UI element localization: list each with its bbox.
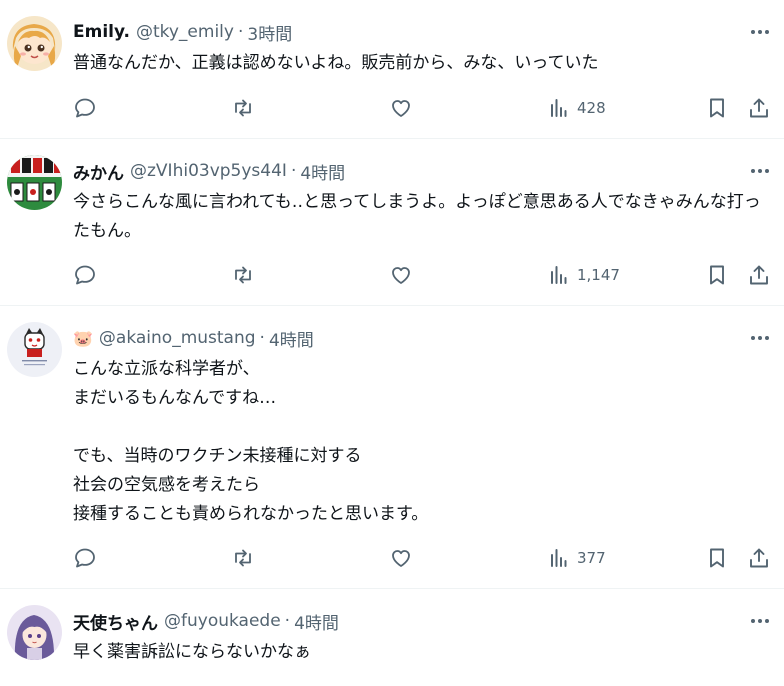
bookmark-icon[interactable] bbox=[705, 544, 729, 572]
more-icon[interactable] bbox=[747, 613, 773, 629]
display-name[interactable]: 天使ちゃん bbox=[73, 609, 158, 634]
separator: · bbox=[284, 611, 291, 631]
timestamp[interactable]: 4時間 bbox=[269, 326, 314, 351]
share-icon[interactable] bbox=[747, 261, 771, 289]
views-button[interactable]: 1,147 bbox=[547, 261, 620, 289]
display-name[interactable]: Emily. bbox=[73, 22, 130, 42]
display-name[interactable]: 🐷 bbox=[73, 329, 93, 348]
views-button[interactable]: 428 bbox=[547, 94, 606, 122]
like-icon[interactable] bbox=[389, 261, 413, 289]
separator: · bbox=[259, 328, 265, 348]
share-icon[interactable] bbox=[747, 94, 771, 122]
separator: · bbox=[237, 22, 244, 42]
tweet-text: 普通なんだか、正義は認めないよね。販売前から、みな、いっていた bbox=[73, 53, 599, 73]
retweet-icon[interactable] bbox=[231, 94, 255, 122]
timestamp[interactable]: 3時間 bbox=[247, 20, 292, 45]
reply-icon[interactable] bbox=[73, 544, 97, 572]
tweet[interactable]: みかん @zVIhi03vp5ys44I · 4時間 今さらこんな風に言われても… bbox=[0, 139, 784, 306]
more-icon[interactable] bbox=[747, 330, 773, 346]
action-bar: 377 bbox=[73, 544, 773, 572]
tweet-text: こんな立派な科学者が、 まだいるもんなんですね… でも、当時のワクチン未接種に対… bbox=[73, 359, 429, 524]
retweet-icon[interactable] bbox=[231, 544, 255, 572]
reply-icon[interactable] bbox=[73, 261, 97, 289]
tweet[interactable]: Emily. @tky_emily · 3時間 普通なんだか、正義は認めないよね… bbox=[0, 0, 784, 139]
share-icon[interactable] bbox=[747, 544, 771, 572]
user-handle[interactable]: @fuyoukaede bbox=[164, 611, 281, 631]
bookmark-icon[interactable] bbox=[705, 261, 729, 289]
retweet-icon[interactable] bbox=[231, 261, 255, 289]
timestamp[interactable]: 4時間 bbox=[294, 609, 339, 634]
avatar[interactable] bbox=[7, 155, 62, 210]
tweet-text: 今さらこんな風に言われても‥と思ってしまうよ。よっぽど意思ある人でなきゃみんな打… bbox=[73, 192, 761, 241]
bookmark-icon[interactable] bbox=[705, 94, 729, 122]
tweet[interactable]: 天使ちゃん @fuyoukaede · 4時間 早く薬害訴訟にならないかなぁ bbox=[0, 589, 784, 686]
like-icon[interactable] bbox=[389, 544, 413, 572]
action-bar: 1,147 bbox=[73, 261, 773, 289]
views-count: 428 bbox=[577, 99, 606, 117]
like-icon[interactable] bbox=[389, 94, 413, 122]
user-handle[interactable]: @akaino_mustang bbox=[99, 328, 256, 348]
reply-icon[interactable] bbox=[73, 94, 97, 122]
views-icon bbox=[551, 549, 567, 567]
tweet-header: 天使ちゃん @fuyoukaede · 4時間 bbox=[73, 609, 339, 634]
tweet[interactable]: 🐷 @akaino_mustang · 4時間 こんな立派な科学者が、 まだいる… bbox=[0, 306, 784, 589]
tweet-header: みかん @zVIhi03vp5ys44I · 4時間 bbox=[73, 159, 345, 184]
tweet-header: Emily. @tky_emily · 3時間 bbox=[73, 20, 292, 45]
avatar[interactable] bbox=[7, 322, 62, 377]
more-icon[interactable] bbox=[747, 24, 773, 40]
separator: · bbox=[290, 161, 297, 181]
action-bar: 428 bbox=[73, 94, 773, 122]
views-count: 1,147 bbox=[577, 266, 620, 284]
tweet-text: 早く薬害訴訟にならないかなぁ bbox=[73, 642, 311, 662]
user-handle[interactable]: @tky_emily bbox=[136, 22, 234, 42]
tweet-header: 🐷 @akaino_mustang · 4時間 bbox=[73, 326, 314, 351]
more-icon[interactable] bbox=[747, 163, 773, 179]
views-icon bbox=[551, 99, 567, 117]
views-button[interactable]: 377 bbox=[547, 544, 606, 572]
avatar[interactable] bbox=[7, 605, 62, 660]
avatar[interactable] bbox=[7, 16, 62, 71]
timestamp[interactable]: 4時間 bbox=[300, 159, 345, 184]
display-name[interactable]: みかん bbox=[73, 159, 124, 184]
views-icon bbox=[551, 266, 567, 284]
views-count: 377 bbox=[577, 549, 606, 567]
user-handle[interactable]: @zVIhi03vp5ys44I bbox=[130, 161, 287, 181]
